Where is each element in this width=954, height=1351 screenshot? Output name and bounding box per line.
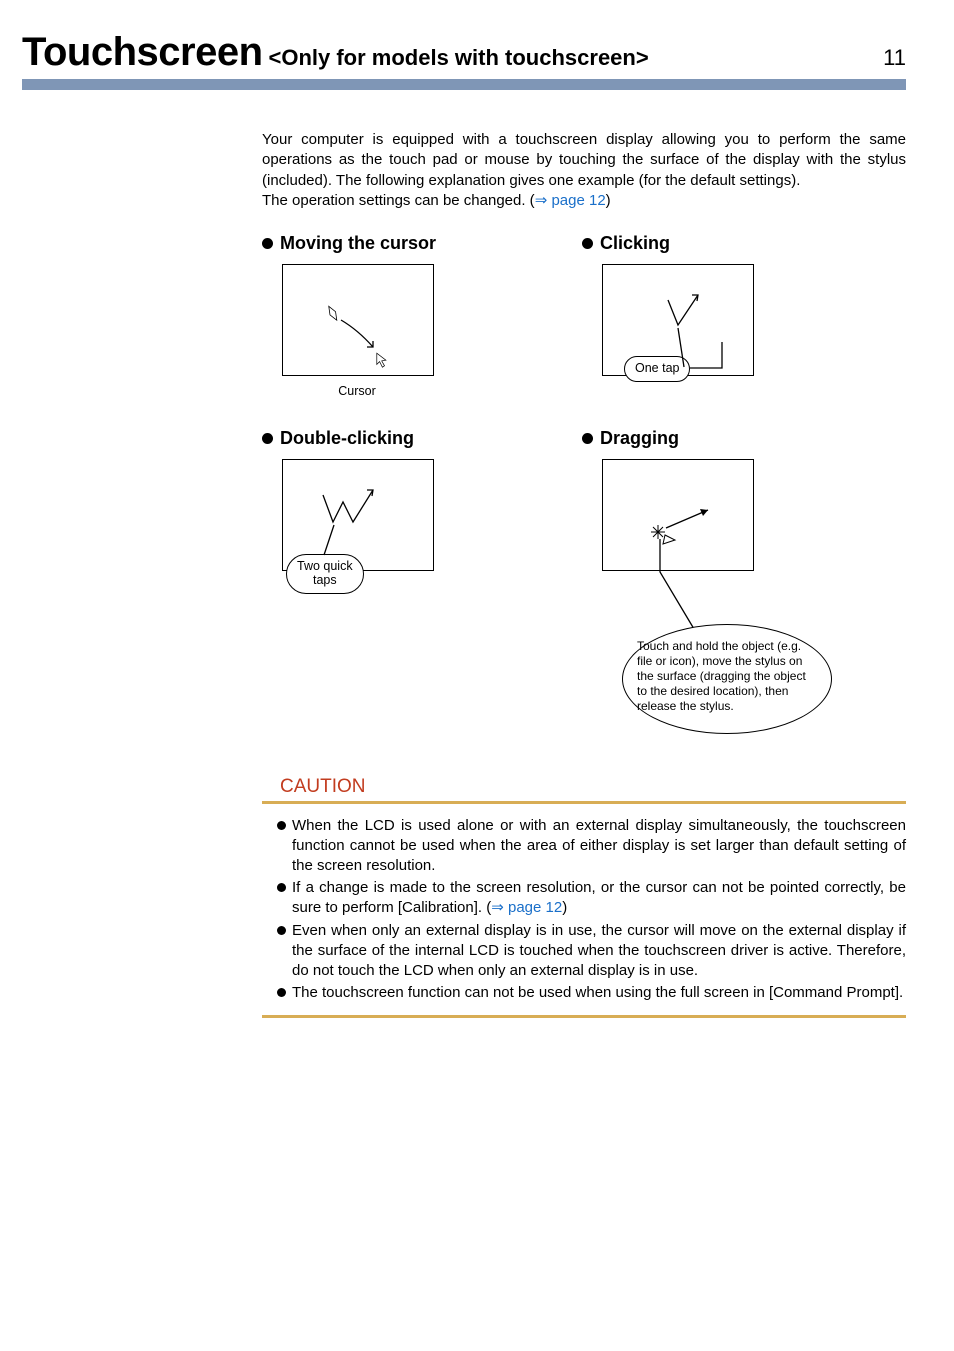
caution-heading: CAUTION xyxy=(280,776,906,798)
drag-icon xyxy=(603,460,753,570)
caution-rule-bottom xyxy=(262,1015,906,1018)
section-title-double: Double-clicking xyxy=(262,428,562,449)
bullet-icon xyxy=(582,238,593,249)
caution-item-text: If a change is made to the screen resolu… xyxy=(292,878,906,918)
caution-item-text: The touchscreen function can not be used… xyxy=(292,983,906,1003)
caution-item-text: When the LCD is used alone or with an ex… xyxy=(292,816,906,875)
bullet-icon xyxy=(277,926,286,935)
label-two-taps-l2: taps xyxy=(313,573,337,587)
moving-cursor-icon xyxy=(283,265,433,375)
label-two-taps-l1: Two quick xyxy=(297,559,353,573)
bullet-icon xyxy=(262,238,273,249)
section-title-clicking-text: Clicking xyxy=(600,233,670,254)
caution-list: When the LCD is used alone or with an ex… xyxy=(262,816,906,1003)
section-title-moving-text: Moving the cursor xyxy=(280,233,436,254)
screen-click-wrap: One tap xyxy=(602,264,782,394)
page: Touchscreen <Only for models with touchs… xyxy=(0,0,954,1058)
bullet-icon xyxy=(277,821,286,830)
link-arrow-icon: ⇒ xyxy=(491,899,508,916)
screen-dragging xyxy=(602,459,754,571)
page-title-main: Touchscreen xyxy=(22,30,263,75)
section-title-dragging-text: Dragging xyxy=(600,428,679,449)
intro-text-2-prefix: The operation settings can be changed. ( xyxy=(262,192,535,209)
section-dragging: Dragging xyxy=(582,428,882,748)
intro-text-1: Your computer is equipped with a touchsc… xyxy=(262,131,906,189)
page-number: 11 xyxy=(883,45,906,71)
diagram-grid: Moving the cursor Cursor xyxy=(262,233,906,748)
section-title-moving: Moving the cursor xyxy=(262,233,562,254)
section-title-double-text: Double-clicking xyxy=(280,428,414,449)
caution-item-suffix: ) xyxy=(562,899,567,916)
caution-item: If a change is made to the screen resolu… xyxy=(262,878,906,918)
caution-rule-top xyxy=(262,801,906,804)
link-arrow-icon: ⇒ xyxy=(535,192,552,209)
callout-dragging-text: Touch and hold the object (e.g. file or … xyxy=(637,639,806,713)
caution-item: The touchscreen function can not be used… xyxy=(262,983,906,1003)
intro-link[interactable]: page 12 xyxy=(551,192,605,209)
screen-drag-wrap: Touch and hold the object (e.g. file or … xyxy=(602,459,902,749)
intro-paragraph: Your computer is equipped with a touchsc… xyxy=(262,130,906,211)
callout-dragging: Touch and hold the object (e.g. file or … xyxy=(622,624,832,734)
section-moving-cursor: Moving the cursor Cursor xyxy=(262,233,562,398)
content-body: Your computer is equipped with a touchsc… xyxy=(262,130,906,1018)
caution-item: When the LCD is used alone or with an ex… xyxy=(262,816,906,875)
section-double-click: Double-clicking Two quick taps xyxy=(262,428,562,748)
header-row: Touchscreen <Only for models with touchs… xyxy=(22,30,906,75)
label-one-tap: One tap xyxy=(624,356,690,382)
section-clicking: Clicking One tap xyxy=(582,233,882,398)
page-title-sub: <Only for models with touchscreen> xyxy=(269,45,649,71)
title-wrap: Touchscreen <Only for models with touchs… xyxy=(22,30,649,75)
intro-text-2-suffix: ) xyxy=(606,192,611,209)
label-one-tap-text: One tap xyxy=(635,361,679,375)
caution-item-link[interactable]: page 12 xyxy=(508,899,562,916)
bullet-icon xyxy=(277,988,286,997)
caution-item-prefix: If a change is made to the screen resolu… xyxy=(292,879,906,916)
caution-item: Even when only an external display is in… xyxy=(262,921,906,980)
section-title-dragging: Dragging xyxy=(582,428,882,449)
accent-bar xyxy=(22,79,906,90)
bullet-icon xyxy=(277,883,286,892)
section-title-clicking: Clicking xyxy=(582,233,882,254)
bullet-icon xyxy=(262,433,273,444)
screen-double-wrap: Two quick taps xyxy=(282,459,462,609)
caution-item-text: Even when only an external display is in… xyxy=(292,921,906,980)
caution-block: CAUTION When the LCD is used alone or wi… xyxy=(262,776,906,1018)
caption-cursor: Cursor xyxy=(282,384,432,398)
label-two-taps: Two quick taps xyxy=(286,554,364,594)
bullet-icon xyxy=(582,433,593,444)
screen-moving xyxy=(282,264,434,376)
